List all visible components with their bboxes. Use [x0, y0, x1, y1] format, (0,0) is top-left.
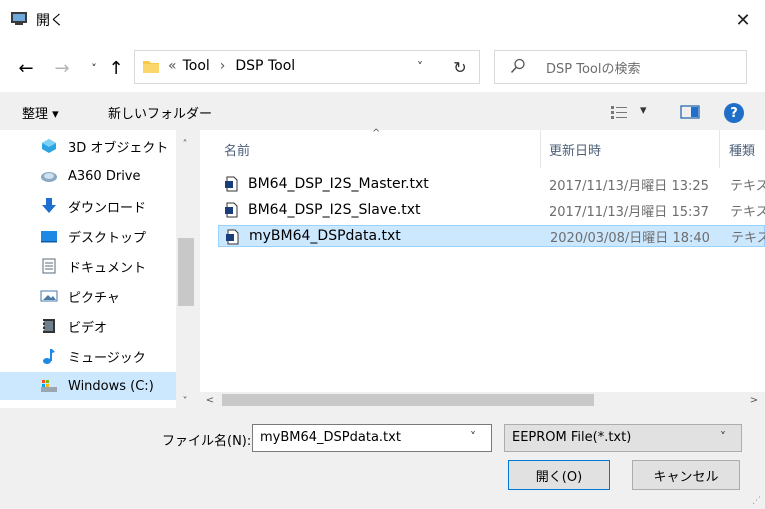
document-icon: [40, 258, 58, 274]
text-file-icon: [224, 202, 240, 218]
address-segment-tool[interactable]: Tool: [183, 58, 210, 74]
download-icon: [40, 198, 58, 214]
organize-button[interactable]: 整理 ▾: [22, 103, 59, 122]
file-type: テキス: [730, 178, 765, 194]
sidebar-item-label: ミュージック: [68, 350, 146, 366]
address-path[interactable]: « Tool › DSP Tool: [168, 58, 295, 74]
scroll-up-icon[interactable]: ˄: [176, 136, 194, 152]
new-folder-button[interactable]: 新しいフォルダー: [108, 103, 212, 122]
open-button[interactable]: 開く(O): [508, 460, 610, 490]
sidebar-item-label: ダウンロード: [68, 200, 147, 216]
filename-value[interactable]: myBM64_DSPdata.txt: [260, 430, 401, 445]
drive-icon: [40, 378, 58, 394]
sidebar-scrollbar-thumb[interactable]: [178, 238, 194, 306]
filetype-value[interactable]: EEPROM File(*.txt): [512, 430, 631, 445]
cancel-button[interactable]: キャンセル: [632, 460, 740, 490]
sidebar-item-label: A360 Drive: [68, 168, 141, 184]
sidebar-item-videos[interactable]: ビデオ: [0, 312, 176, 340]
preview-pane-icon[interactable]: [680, 104, 700, 124]
refresh-icon[interactable]: ↻: [448, 56, 472, 78]
scroll-down-icon[interactable]: ˅: [176, 394, 194, 408]
up-button[interactable]: ↑: [106, 58, 126, 79]
column-header-type[interactable]: 種類: [729, 140, 755, 159]
text-file-icon: [225, 229, 241, 245]
address-separator[interactable]: ›: [220, 58, 226, 74]
file-date: 2020/03/08/日曜日 18:40: [550, 230, 710, 246]
sidebar-item-label: 3D オブジェクト: [68, 140, 169, 156]
column-divider[interactable]: [719, 130, 720, 168]
view-options-icon[interactable]: [610, 104, 628, 124]
sidebar-item-downloads[interactable]: ダウンロード: [0, 192, 176, 220]
cloud-drive-icon: [40, 168, 58, 184]
app-icon: [10, 10, 28, 26]
3d-objects-icon: [40, 138, 58, 154]
music-icon: [40, 348, 58, 364]
column-divider[interactable]: [540, 130, 541, 168]
sidebar-item-documents[interactable]: ドキュメント: [0, 252, 176, 280]
file-name: myBM64_DSPdata.txt: [249, 228, 401, 244]
sidebar-item-music[interactable]: ミュージック: [0, 342, 176, 370]
close-button[interactable]: ✕: [730, 6, 756, 34]
hscrollbar-thumb[interactable]: [222, 394, 594, 406]
title-bar: [0, 0, 765, 40]
column-header-date[interactable]: 更新日時: [549, 140, 601, 159]
sidebar-item-label: ビデオ: [68, 320, 108, 336]
pictures-icon: [40, 288, 58, 304]
sidebar-item-3d-objects[interactable]: 3D オブジェクト: [0, 132, 176, 160]
sidebar-item-label: Windows (C:): [68, 378, 154, 394]
sidebar-item-a360-drive[interactable]: A360 Drive: [0, 162, 176, 190]
file-type: テキス: [730, 204, 765, 220]
view-dropdown-icon[interactable]: ▾: [640, 103, 647, 118]
window-title: 開く: [36, 13, 64, 29]
sidebar-item-label: デスクトップ: [68, 230, 147, 246]
sidebar-item-desktop[interactable]: デスクトップ: [0, 222, 176, 250]
search-placeholder[interactable]: DSP Toolの検索: [546, 58, 641, 77]
file-row[interactable]: BM64_DSP_I2S_Master.txt 2017/11/13/月曜日 1…: [218, 173, 765, 195]
address-segment-dsp-tool[interactable]: DSP Tool: [235, 58, 295, 74]
scroll-left-icon[interactable]: <: [202, 392, 218, 408]
scroll-right-icon[interactable]: >: [746, 392, 762, 408]
file-name: BM64_DSP_I2S_Master.txt: [248, 176, 429, 192]
resize-grip-icon[interactable]: ⋰: [752, 496, 761, 506]
sidebar-item-pictures[interactable]: ピクチャ: [0, 282, 176, 310]
back-button[interactable]: ←: [16, 58, 36, 79]
file-row-selected[interactable]: myBM64_DSPdata.txt 2020/03/08/日曜日 18:40 …: [218, 225, 765, 247]
folder-icon: [142, 58, 160, 74]
forward-button[interactable]: →: [52, 58, 72, 79]
search-icon: [510, 58, 526, 74]
sort-ascending-icon: ^: [372, 128, 381, 139]
address-overflow-chevron[interactable]: «: [168, 58, 177, 74]
text-file-icon: [224, 176, 240, 192]
sidebar-item-windows-c[interactable]: Windows (C:): [0, 372, 176, 400]
navigation-pane: 3D オブジェクト A360 Drive ダウンロード デスクトップ ドキュメン…: [0, 130, 194, 408]
file-row[interactable]: BM64_DSP_I2S_Slave.txt 2017/11/13/月曜日 15…: [218, 199, 765, 221]
recent-locations-button[interactable]: ˅: [84, 58, 104, 78]
desktop-icon: [40, 228, 58, 244]
sidebar-item-label: ドキュメント: [68, 260, 147, 276]
file-name: BM64_DSP_I2S_Slave.txt: [248, 202, 421, 218]
help-icon[interactable]: ?: [724, 103, 744, 123]
filetype-dropdown-icon[interactable]: ˅: [720, 430, 726, 444]
video-icon: [40, 318, 58, 334]
filename-dropdown-icon[interactable]: ˅: [470, 430, 476, 444]
sidebar-item-label: ピクチャ: [68, 290, 120, 306]
file-date: 2017/11/13/月曜日 13:25: [549, 178, 709, 194]
column-header-name[interactable]: 名前: [224, 140, 250, 159]
filename-label: ファイル名(N):: [162, 434, 252, 449]
file-list: [200, 130, 765, 408]
file-date: 2017/11/13/月曜日 15:37: [549, 204, 709, 220]
address-dropdown-icon[interactable]: ˅: [410, 58, 430, 76]
file-type: テキス: [731, 230, 765, 246]
